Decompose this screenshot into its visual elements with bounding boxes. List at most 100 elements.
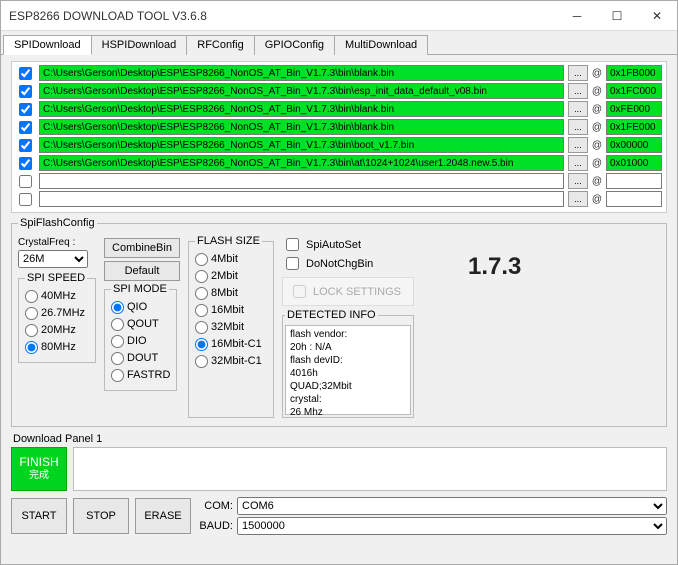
- spi-mode-radio[interactable]: [111, 301, 124, 314]
- file-path-input[interactable]: [39, 119, 564, 135]
- log-box[interactable]: [73, 447, 667, 491]
- at-symbol: @: [592, 158, 602, 169]
- spi-mode-option[interactable]: QIO: [111, 299, 170, 316]
- file-list: ...@...@...@...@...@...@...@...@: [11, 61, 667, 213]
- file-row-checkbox[interactable]: [19, 139, 32, 152]
- flash-size-option[interactable]: 32Mbit: [195, 319, 267, 336]
- address-input[interactable]: [606, 65, 662, 81]
- file-path-input[interactable]: [39, 191, 564, 207]
- spi-speed-radio[interactable]: [25, 290, 38, 303]
- erase-button[interactable]: ERASE: [135, 498, 191, 534]
- spi-speed-option[interactable]: 80MHz: [25, 339, 89, 356]
- spi-mode-radio[interactable]: [111, 335, 124, 348]
- com-select[interactable]: COM6: [237, 497, 667, 515]
- tabbar: SPIDownload HSPIDownload RFConfig GPIOCo…: [1, 31, 677, 55]
- file-row: ... @: [12, 118, 666, 136]
- file-path-input[interactable]: [39, 155, 564, 171]
- address-input[interactable]: [606, 119, 662, 135]
- file-path-input[interactable]: [39, 137, 564, 153]
- lock-settings-checkbox: [293, 285, 306, 298]
- address-input[interactable]: [606, 191, 662, 207]
- stop-button[interactable]: STOP: [73, 498, 129, 534]
- file-path-input[interactable]: [39, 83, 564, 99]
- spi-mode-option[interactable]: FASTRD: [111, 367, 170, 384]
- browse-button[interactable]: ...: [568, 119, 588, 135]
- baud-select[interactable]: 1500000: [237, 517, 667, 535]
- file-row-checkbox[interactable]: [19, 67, 32, 80]
- flash-size-radio[interactable]: [195, 270, 208, 283]
- at-symbol: @: [592, 122, 602, 133]
- donot-chg-bin-checkbox[interactable]: [286, 257, 299, 270]
- at-symbol: @: [592, 176, 602, 187]
- baud-label: BAUD:: [197, 520, 233, 532]
- spi-mode-radio[interactable]: [111, 318, 124, 331]
- flash-size-option[interactable]: 4Mbit: [195, 251, 267, 268]
- tab-gpioconfig[interactable]: GPIOConfig: [254, 35, 335, 55]
- file-row-checkbox[interactable]: [19, 85, 32, 98]
- browse-button[interactable]: ...: [568, 83, 588, 99]
- at-symbol: @: [592, 140, 602, 151]
- tab-spidownload[interactable]: SPIDownload: [3, 35, 92, 55]
- spi-autoset-label: SpiAutoSet: [306, 239, 361, 251]
- flash-size-group: FLASH SIZE 4Mbit2Mbit8Mbit16Mbit32Mbit16…: [188, 235, 274, 418]
- address-input[interactable]: [606, 101, 662, 117]
- spi-mode-radio[interactable]: [111, 369, 124, 382]
- flash-size-radio[interactable]: [195, 253, 208, 266]
- flash-size-option[interactable]: 32Mbit-C1: [195, 353, 267, 370]
- donot-chg-bin-label: DoNotChgBin: [306, 258, 373, 270]
- address-input[interactable]: [606, 173, 662, 189]
- start-button[interactable]: START: [11, 498, 67, 534]
- spi-speed-radio[interactable]: [25, 324, 38, 337]
- tab-hspidownload[interactable]: HSPIDownload: [91, 35, 188, 55]
- tab-multidownload[interactable]: MultiDownload: [334, 35, 428, 55]
- minimize-button[interactable]: ─: [557, 1, 597, 31]
- default-button[interactable]: Default: [104, 261, 180, 281]
- flash-size-option[interactable]: 2Mbit: [195, 268, 267, 285]
- spi-mode-label: SPI MODE: [111, 283, 169, 295]
- spi-speed-option[interactable]: 40MHz: [25, 288, 89, 305]
- browse-button[interactable]: ...: [568, 155, 588, 171]
- flash-size-radio[interactable]: [195, 355, 208, 368]
- flash-size-radio[interactable]: [195, 338, 208, 351]
- spi-mode-option[interactable]: DOUT: [111, 350, 170, 367]
- spi-speed-option[interactable]: 20MHz: [25, 322, 89, 339]
- flash-size-option[interactable]: 8Mbit: [195, 285, 267, 302]
- close-button[interactable]: ✕: [637, 1, 677, 31]
- spi-autoset-checkbox[interactable]: [286, 238, 299, 251]
- at-symbol: @: [592, 194, 602, 205]
- browse-button[interactable]: ...: [568, 101, 588, 117]
- spi-mode-option[interactable]: QOUT: [111, 316, 170, 333]
- file-row: ...@: [12, 82, 666, 100]
- tab-rfconfig[interactable]: RFConfig: [186, 35, 254, 55]
- address-input[interactable]: [606, 137, 662, 153]
- maximize-button[interactable]: ☐: [597, 1, 637, 31]
- combine-bin-button[interactable]: CombineBin: [104, 238, 180, 258]
- file-path-input[interactable]: [39, 173, 564, 189]
- flash-size-radio[interactable]: [195, 321, 208, 334]
- flash-size-option[interactable]: 16Mbit-C1: [195, 336, 267, 353]
- address-input[interactable]: [606, 155, 662, 171]
- file-path-input[interactable]: [39, 65, 564, 81]
- spi-speed-radio[interactable]: [25, 307, 38, 320]
- file-row-checkbox[interactable]: [19, 175, 32, 188]
- file-path-input[interactable]: [39, 101, 564, 117]
- file-row-checkbox[interactable]: [19, 193, 32, 206]
- address-input[interactable]: [606, 83, 662, 99]
- flash-size-radio[interactable]: [195, 304, 208, 317]
- browse-button[interactable]: ...: [568, 65, 588, 81]
- browse-button[interactable]: ...: [568, 173, 588, 189]
- file-row-checkbox[interactable]: [19, 157, 32, 170]
- file-row-checkbox[interactable]: [19, 103, 32, 116]
- crystal-freq-select[interactable]: 26M: [18, 250, 88, 268]
- flash-size-option[interactable]: 16Mbit: [195, 302, 267, 319]
- spi-mode-radio[interactable]: [111, 352, 124, 365]
- browse-button[interactable]: ...: [568, 137, 588, 153]
- flash-size-radio[interactable]: [195, 287, 208, 300]
- browse-button[interactable]: ...: [568, 191, 588, 207]
- lock-settings-label: LOCK SETTINGS: [313, 286, 401, 298]
- spi-mode-option[interactable]: DIO: [111, 333, 170, 350]
- window-title: ESP8266 DOWNLOAD TOOL V3.6.8: [9, 9, 557, 23]
- spi-speed-radio[interactable]: [25, 341, 38, 354]
- file-row-checkbox[interactable]: [19, 121, 32, 134]
- spi-speed-option[interactable]: 26.7MHz: [25, 305, 89, 322]
